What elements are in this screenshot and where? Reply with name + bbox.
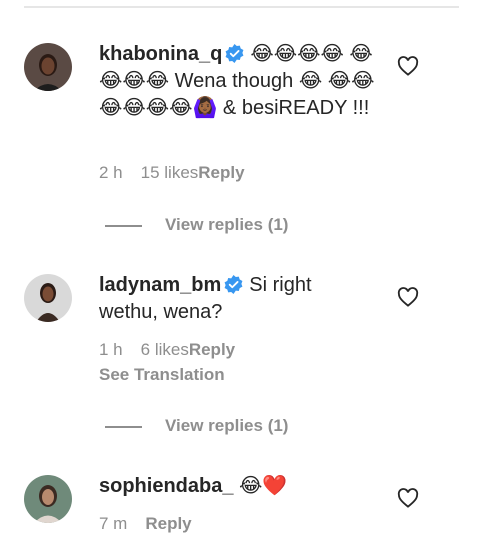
comment-body: khabonina_q 😂😂😂😂 😂😂😂😂 Wena though 😂 😂😂😂😂😂… [99, 41, 389, 122]
comment-username[interactable]: khabonina_q [99, 43, 222, 65]
avatar[interactable] [24, 274, 72, 322]
comment-timestamp: 7 m [99, 514, 128, 533]
comment-timestamp: 2 h [99, 163, 123, 182]
comment-likes[interactable]: 6 likes [141, 340, 189, 360]
verified-badge-icon [225, 44, 244, 63]
top-divider [24, 6, 459, 8]
reply-button[interactable]: Reply [145, 514, 191, 534]
reply-button[interactable]: Reply [189, 340, 235, 360]
heart-outline-icon[interactable] [397, 56, 419, 76]
avatar[interactable] [24, 43, 72, 91]
comment-username[interactable]: sophiendaba_ [99, 475, 233, 497]
comment-timestamp: 1 h [99, 340, 123, 359]
view-replies-label: View replies (1) [165, 215, 289, 234]
comment-body: sophiendaba_ 😂❤️ [99, 473, 389, 500]
comment-text: 😂❤️ [239, 475, 288, 497]
reply-button[interactable]: Reply [198, 163, 244, 183]
heart-outline-icon[interactable] [397, 488, 419, 508]
comment-meta: 7 m Reply [99, 514, 192, 534]
avatar[interactable] [24, 475, 72, 523]
comment-meta: 2 h 15 likesReply [99, 163, 245, 183]
view-replies-line [105, 225, 142, 227]
comment-body: ladynam_bm Si right wethu, wena? [99, 272, 324, 326]
verified-badge-icon [224, 275, 243, 294]
view-replies-label: View replies (1) [165, 416, 289, 435]
view-replies-line [105, 426, 142, 428]
heart-outline-icon[interactable] [397, 287, 419, 307]
comment-meta: 1 h 6 likesReply [99, 340, 235, 360]
comment-likes[interactable]: 15 likes [141, 163, 199, 183]
comment-username[interactable]: ladynam_bm [99, 274, 221, 296]
see-translation-button[interactable]: See Translation [99, 365, 225, 385]
